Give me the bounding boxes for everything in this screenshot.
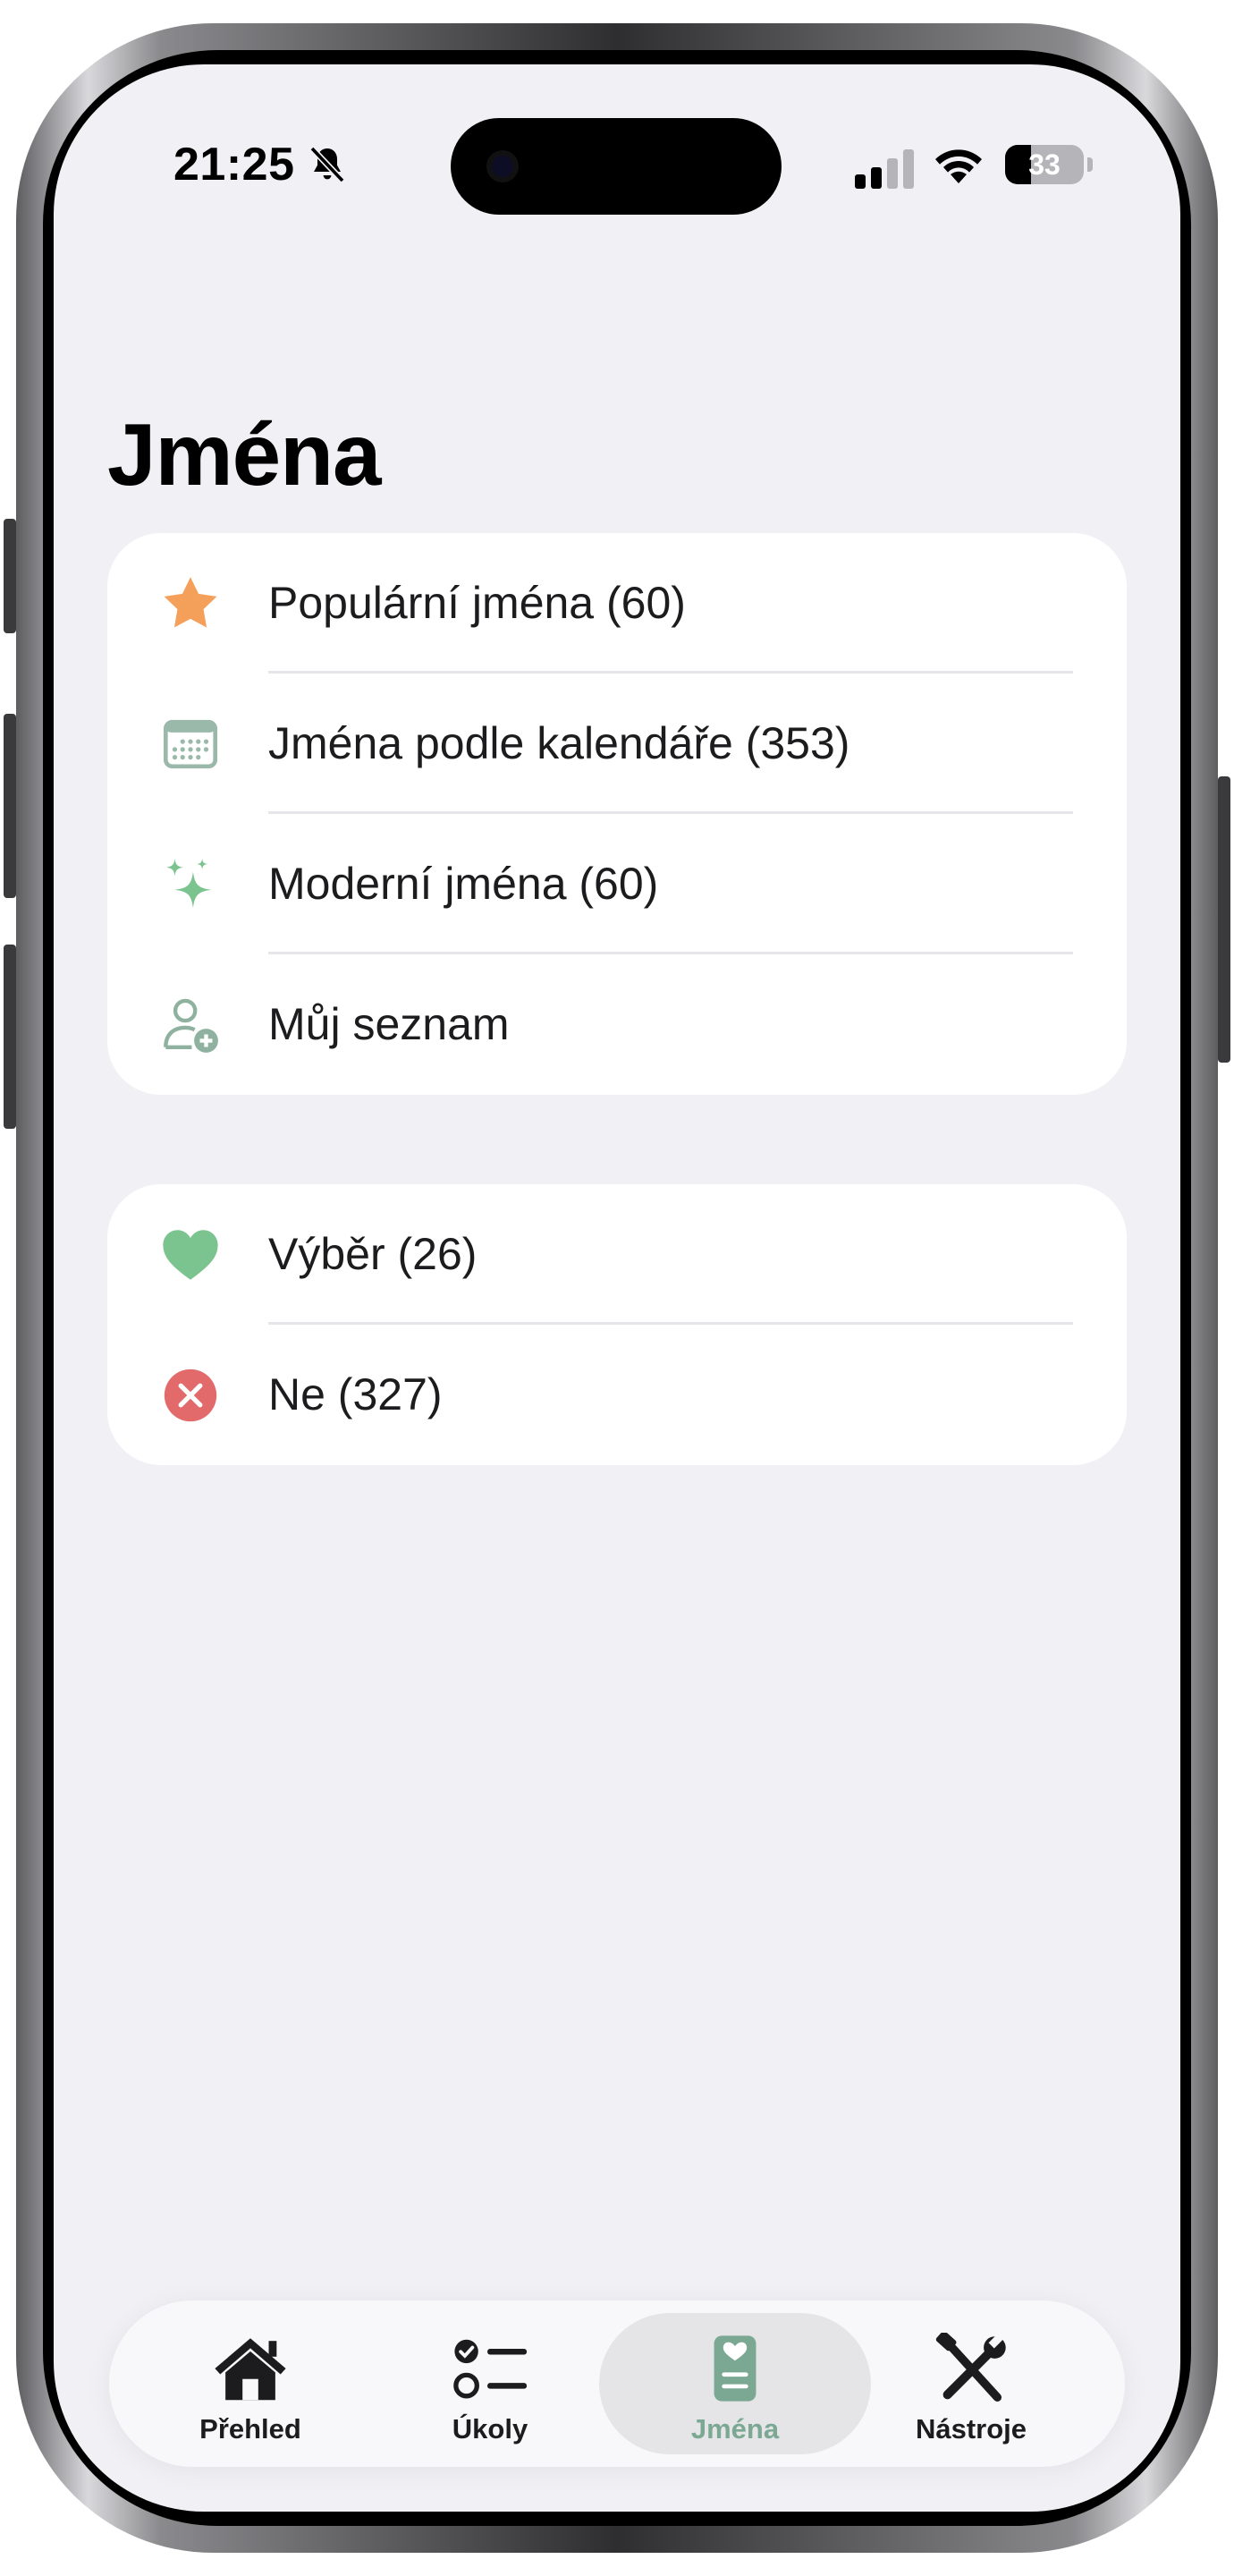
list-item-label: Moderní jména (60) xyxy=(268,859,659,909)
list-item-label: Populární jména (60) xyxy=(268,578,686,628)
tab-label: Nástroje xyxy=(915,2413,1027,2445)
tools-icon xyxy=(935,2333,1006,2402)
page-title: Jména xyxy=(107,405,382,504)
person-add-icon xyxy=(164,998,218,1053)
tab-names[interactable]: Jména xyxy=(599,2313,871,2454)
heart-icon xyxy=(163,1230,218,1280)
status-bar: 21:25 33 xyxy=(54,64,1180,216)
tab-overview[interactable]: Přehled xyxy=(134,2313,367,2454)
action-button[interactable] xyxy=(4,519,16,633)
decision-list: Výběr (26) Ne (327) xyxy=(107,1184,1127,1465)
volume-down-button[interactable] xyxy=(4,945,16,1129)
sparkles-icon xyxy=(165,858,212,909)
list-item-label: Výběr (26) xyxy=(268,1229,478,1279)
screen: 21:25 33 Jména Populární jména (60) Jmén… xyxy=(54,64,1180,2512)
list-item-label: Můj seznam xyxy=(268,999,510,1049)
star-icon xyxy=(164,577,217,628)
list-item-label: Jména podle kalendáře (353) xyxy=(268,718,850,768)
dynamic-island xyxy=(451,118,782,215)
battery-icon: 33 xyxy=(1005,145,1084,184)
tab-label: Úkoly xyxy=(452,2413,528,2445)
tab-tools[interactable]: Nástroje xyxy=(855,2313,1087,2454)
list-item-popular-names[interactable]: Populární jména (60) xyxy=(107,533,1127,674)
names-category-list: Populární jména (60) Jména podle kalendá… xyxy=(107,533,1127,1095)
wifi-icon xyxy=(935,149,982,183)
battery-tip xyxy=(1087,157,1093,172)
tab-bar: Přehled Úkoly Jména Nástroje xyxy=(109,2301,1125,2467)
tab-tasks[interactable]: Úkoly xyxy=(374,2313,606,2454)
x-circle-icon xyxy=(164,1368,217,1422)
calendar-icon xyxy=(163,719,218,769)
list-item-selection[interactable]: Výběr (26) xyxy=(107,1184,1127,1325)
bell-slash-icon xyxy=(309,146,345,183)
list-item-label: Ne (327) xyxy=(268,1369,443,1419)
front-camera xyxy=(486,150,519,182)
names-book-icon xyxy=(714,2335,756,2402)
list-item-calendar-names[interactable]: Jména podle kalendáře (353) xyxy=(107,674,1127,814)
cellular-signal-icon xyxy=(855,149,914,189)
power-button[interactable] xyxy=(1218,776,1230,1063)
tab-label: Jména xyxy=(690,2413,780,2445)
list-item-rejected[interactable]: Ne (327) xyxy=(107,1325,1127,1465)
battery-level: 33 xyxy=(1028,148,1061,181)
list-item-modern-names[interactable]: Moderní jména (60) xyxy=(107,814,1127,954)
list-item-my-list[interactable]: Můj seznam xyxy=(107,954,1127,1095)
checklist-icon xyxy=(453,2339,528,2399)
house-icon xyxy=(215,2338,286,2401)
status-time: 21:25 xyxy=(173,139,295,191)
tab-label: Přehled xyxy=(199,2413,301,2445)
volume-up-button[interactable] xyxy=(4,714,16,898)
